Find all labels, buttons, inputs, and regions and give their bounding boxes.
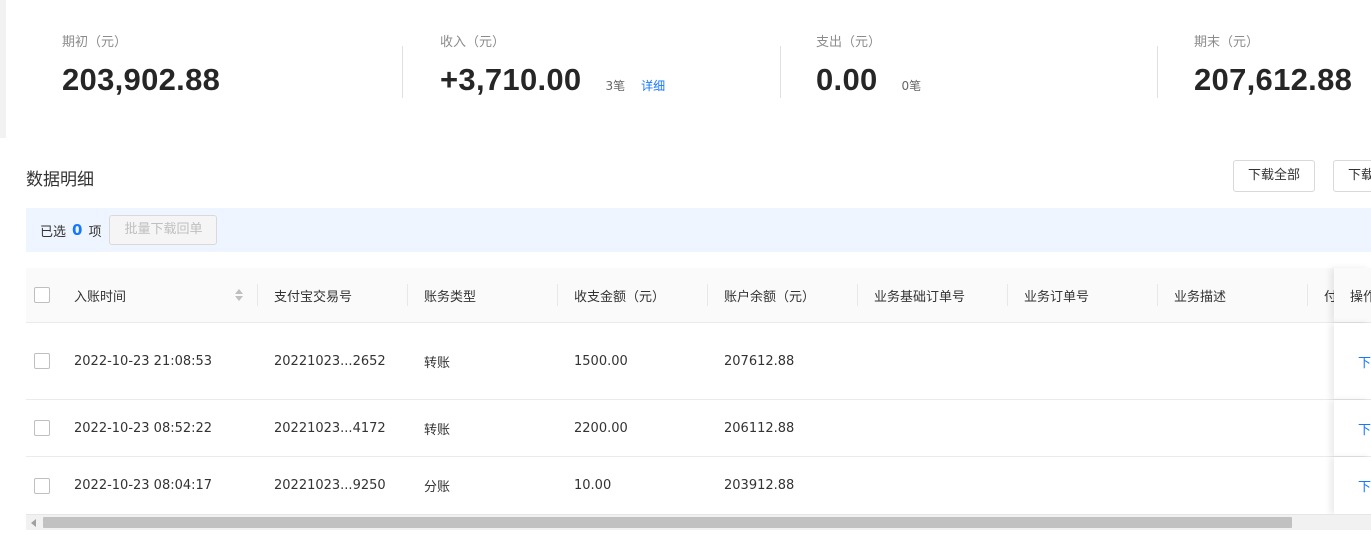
column-separator — [707, 284, 708, 306]
transactions-table: 入账时间 支付宝交易号 账务类型 收支金额（元） 账户余额（元） 业务基础订单号… — [26, 268, 1371, 514]
stat-expense-count: 0笔 — [901, 79, 922, 93]
select-all-cell — [34, 268, 50, 322]
cell-amount: 1500.00 — [574, 353, 628, 369]
col-header-base-order: 业务基础订单号 — [874, 289, 966, 305]
column-separator — [257, 284, 258, 306]
column-separator — [1007, 284, 1008, 306]
section-title: 数据明细 — [26, 170, 94, 190]
cell-alipay-no: 20221023...9250 — [274, 478, 386, 493]
row-download-link[interactable]: 下 — [1334, 400, 1371, 456]
stat-expense-label: 支出（元） — [816, 35, 882, 50]
table-row: 2022-10-23 08:04:17 20221023...9250 分账 1… — [26, 457, 1371, 514]
cell-alipay-no: 20221023...2652 — [274, 353, 386, 369]
select-all-checkbox[interactable] — [34, 287, 50, 303]
column-separator — [1307, 284, 1308, 306]
stat-divider — [780, 46, 781, 98]
cell-balance: 207612.88 — [724, 353, 795, 369]
stat-opening: 期初（元） 203,902.88 — [62, 34, 220, 98]
col-header-amount: 收支金额（元） — [574, 289, 666, 305]
download-all-button[interactable]: 下载全部 — [1233, 160, 1316, 192]
sort-icon[interactable] — [234, 288, 244, 302]
cell-alipay-no: 20221023...4172 — [274, 420, 386, 436]
column-separator — [1157, 284, 1158, 306]
column-separator — [557, 284, 558, 306]
stat-opening-label: 期初（元） — [62, 35, 128, 50]
stat-divider — [1157, 46, 1158, 98]
stat-income-value: +3,710.00 — [440, 62, 582, 97]
row-checkbox-cell — [34, 457, 50, 514]
balance-summary: 期初（元） 203,902.88 收入（元） +3,710.00 3笔 详细 支… — [0, 0, 1371, 140]
cell-type: 分账 — [424, 480, 451, 495]
stat-income-count: 3笔 — [605, 79, 626, 93]
col-header-type: 账务类型 — [424, 289, 477, 305]
stat-closing-label: 期末（元） — [1194, 35, 1260, 50]
col-header-order: 业务订单号 — [1024, 289, 1090, 305]
column-separator — [407, 284, 408, 306]
row-checkbox[interactable] — [34, 420, 50, 436]
row-checkbox-cell — [34, 400, 50, 456]
row-checkbox-cell — [34, 323, 50, 399]
stat-expense: 支出（元） 0.00 0笔 — [816, 34, 921, 98]
column-separator — [857, 284, 858, 306]
cell-amount: 2200.00 — [574, 420, 628, 436]
cell-time: 2022-10-23 08:52:22 — [74, 420, 213, 436]
stat-income-label: 收入（元） — [440, 35, 506, 50]
cell-balance: 206112.88 — [724, 420, 795, 436]
table-row: 2022-10-23 08:52:22 20221023...4172 转账 2… — [26, 400, 1371, 457]
action-cell: 下 — [1334, 323, 1371, 399]
selection-suffix: 项 — [88, 224, 102, 240]
action-cell: 下 — [1334, 400, 1371, 456]
row-checkbox[interactable] — [34, 353, 50, 369]
row-download-link[interactable]: 下 — [1334, 457, 1371, 514]
horizontal-scrollbar[interactable] — [26, 514, 1371, 530]
cell-type: 转账 — [424, 422, 451, 438]
action-cell: 下 — [1334, 457, 1371, 514]
row-checkbox[interactable] — [34, 477, 50, 494]
stat-divider — [402, 46, 403, 98]
selection-count: 0 — [72, 221, 83, 239]
batch-download-button[interactable]: 批量下载回单 — [109, 215, 218, 245]
stat-income: 收入（元） +3,710.00 3笔 详细 — [440, 34, 665, 98]
action-column-header: 操作 — [1334, 268, 1371, 322]
cell-type: 转账 — [424, 355, 451, 371]
scroll-left-arrow-icon[interactable] — [31, 519, 36, 527]
stat-expense-value: 0.00 — [816, 62, 878, 97]
scrollbar-thumb[interactable] — [43, 517, 1292, 528]
col-header-alipay-no: 支付宝交易号 — [274, 289, 353, 305]
col-header-desc: 业务描述 — [1174, 289, 1227, 305]
cell-time: 2022-10-23 08:04:17 — [74, 478, 213, 493]
cell-balance: 203912.88 — [724, 478, 795, 493]
table-row: 2022-10-23 21:08:53 20221023...2652 转账 1… — [26, 323, 1371, 400]
selection-bar: 已选 0 项 批量下载回单 — [26, 208, 1371, 252]
selection-prefix: 已选 — [40, 224, 67, 240]
stat-opening-value: 203,902.88 — [62, 62, 221, 97]
col-header-time-label: 入账时间 — [74, 289, 127, 305]
download-button[interactable]: 下载 — [1333, 160, 1371, 192]
col-header-time[interactable]: 入账时间 — [74, 268, 244, 322]
stat-closing-value: 207,612.88 — [1194, 62, 1353, 97]
table-header: 入账时间 支付宝交易号 账务类型 收支金额（元） 账户余额（元） 业务基础订单号… — [26, 268, 1371, 323]
col-header-action: 操作 — [1350, 289, 1371, 305]
row-download-link[interactable]: 下 — [1334, 323, 1371, 399]
stat-closing: 期末（元） 207,612.88 — [1194, 34, 1352, 98]
income-detail-link[interactable]: 详细 — [641, 77, 665, 94]
cell-amount: 10.00 — [574, 478, 612, 493]
col-header-balance: 账户余额（元） — [724, 289, 816, 305]
cell-time: 2022-10-23 21:08:53 — [74, 353, 213, 369]
